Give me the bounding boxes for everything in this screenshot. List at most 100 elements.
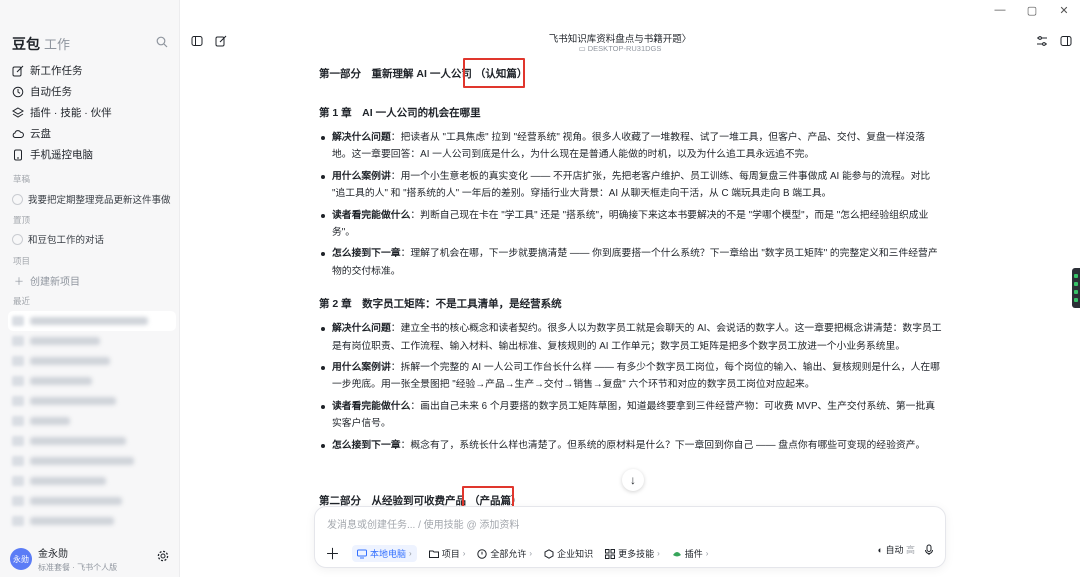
chat-icon [12, 193, 23, 205]
sidebar: 豆包 工作 新工作任务 自动任务 插件 · 技能 · 伙伴 云盘 手机遥控电脑 草… [0, 0, 180, 577]
nav-phone-remote[interactable]: 手机遥控电脑 [8, 144, 172, 165]
device-name: DESKTOP-RU31DGS [587, 44, 662, 53]
page-title[interactable]: 飞书知识库资料盘点与书籍开题〉 [480, 31, 760, 45]
recent-item[interactable] [8, 491, 176, 511]
recent-item[interactable] [8, 331, 176, 351]
bullet-label: 解决什么问题 [332, 323, 391, 335]
bullet-item: 用什么案例讲：拆解一个完整的 AI 一人公司工作台长什么样 —— 有多少个数字员… [319, 359, 944, 394]
clock-icon [12, 86, 24, 97]
device-label: ▭ DESKTOP-RU31DGS [480, 44, 760, 53]
recent-item[interactable] [8, 471, 176, 491]
nav-label: 自动任务 [30, 86, 72, 98]
tool-enterprise-knowledge[interactable]: 企业知识 [544, 547, 593, 560]
chevron-icon: › [409, 549, 412, 558]
bullet-label: 用什么案例讲 [332, 170, 391, 182]
bullet-item: 用什么案例讲：用一个小生意老板的真实变化 —— 不开店扩张，先把老客户维护、员工… [319, 168, 944, 203]
minimize-button[interactable]: — [994, 4, 1006, 17]
section-pinned: 置顶 [13, 215, 31, 225]
new-chat-icon[interactable] [215, 35, 227, 47]
monitor-icon: ▭ [578, 44, 588, 53]
chat-icon [12, 233, 23, 245]
tool-label: 本地电脑 [370, 549, 407, 559]
sidebar-toggle-icon[interactable] [191, 35, 203, 47]
bullet-text: ：概念有了，系统长什么样也清楚了。但系统的原材料是什么？下一章回到你自己 —— … [400, 439, 926, 451]
panel-toggle-icon[interactable] [1060, 35, 1072, 47]
bullet-item: 解决什么问题：建立全书的核心概念和读者契约。很多人以为数字员工就是会聊天的 AI… [319, 320, 944, 355]
user-plan: 标准套餐 · 飞书个人版 [38, 563, 118, 572]
pinned-item[interactable]: 和豆包工作的对话 [12, 230, 174, 248]
section-recent: 最近 [13, 296, 31, 306]
section-projects: 项目 [13, 256, 31, 266]
nav-new-task[interactable]: 新工作任务 [8, 60, 172, 81]
bullet-label: 读者看完能做什么 [332, 209, 411, 221]
mode-selector[interactable]: ◐ 自动 高 [878, 543, 915, 556]
part-heading: 第一部分 重新理解 AI 一人公司 （认知篇） [319, 64, 944, 82]
tool-label: 企业知识 [557, 549, 594, 559]
recent-item[interactable] [8, 391, 176, 411]
plugin-icon [672, 551, 681, 556]
chevron-icon: › [657, 549, 660, 558]
bullet-text: ：建立全书的核心概念和读者契约。很多人以为数字员工就是会聊天的 AI、会说话的数… [332, 323, 942, 352]
nav-label: 云盘 [30, 128, 51, 140]
section-drafts: 草稿 [13, 174, 31, 184]
recent-item[interactable] [8, 451, 176, 471]
bullet-label: 读者看完能做什么 [332, 400, 411, 412]
user-name: 金永勋 [38, 549, 68, 560]
floating-widget[interactable] [1072, 268, 1080, 308]
nav-label: 手机遥控电脑 [30, 149, 93, 161]
nav-auto-task[interactable]: 自动任务 [8, 81, 172, 102]
message-composer[interactable]: 发消息或创建任务... / 使用技能 @ 添加资料 ＋ 本地电脑 › 项目 › 全部… [314, 506, 946, 568]
chapter-bullets: 解决什么问题：建立全书的核心概念和读者契约。很多人以为数字员工就是会聊天的 AI… [319, 320, 944, 454]
tool-local-computer[interactable]: 本地电脑 › [352, 545, 417, 562]
add-icon[interactable]: ＋ [325, 543, 340, 564]
recent-list [8, 311, 176, 531]
search-icon[interactable] [156, 36, 168, 48]
bullet-text: ：把读者从 "工具焦虑" 拉到 "经营系统" 视角。很多人收藏了一堆教程、试了一… [332, 132, 926, 161]
highlight-box [463, 58, 525, 88]
chapter-bullets: 解决什么问题：把读者从 "工具焦虑" 拉到 "经营系统" 视角。很多人收藏了一堆… [319, 129, 944, 280]
bullet-item: 怎么接到下一章：概念有了，系统长什么样也清楚了。但系统的原材料是什么？下一章回到… [319, 437, 944, 454]
bullet-label: 解决什么问题 [332, 132, 391, 143]
chapter-heading: 第 1 章 AI 一人公司的机会在哪里 [319, 106, 481, 119]
tool-plugins[interactable]: 插件 › [672, 547, 708, 560]
recent-item[interactable] [8, 371, 176, 391]
topbar-left [191, 35, 227, 47]
bullet-item: 读者看完能做什么：画出自己未来 6 个月要搭的数字员工矩阵草图，知道最终要拿到三… [319, 398, 944, 433]
recent-item[interactable] [8, 351, 176, 371]
chapter-heading: 第 2 章 数字员工矩阵：不是工具清单，是经营系统 [319, 297, 562, 310]
nav-label: 插件 · 技能 · 伙伴 [30, 107, 112, 119]
cloud-icon [12, 129, 24, 138]
bullet-label: 怎么接到下一章 [332, 439, 401, 451]
grid-icon [605, 548, 616, 559]
draft-item[interactable]: 我要把定期整理竞品更新这件事做 [12, 190, 174, 208]
scroll-down-button[interactable]: ↓ [622, 469, 644, 491]
tool-permissions[interactable]: 全部允许 › [477, 547, 532, 560]
recent-item[interactable] [8, 411, 176, 431]
user-profile[interactable]: 永勋 金永勋 标准套餐 · 飞书个人版 [10, 545, 117, 573]
part-title: 第一部分 重新理解 AI 一人公司 [319, 67, 472, 80]
nav-label: 新工作任务 [30, 65, 83, 77]
maximize-button[interactable]: ▢ [1026, 4, 1038, 17]
recent-item[interactable] [8, 511, 176, 531]
bullet-text: ：用一个小生意老板的真实变化 —— 不开店扩张，先把老客户维护、员工训练、每周复… [332, 170, 931, 200]
list-settings-icon[interactable] [1036, 35, 1048, 47]
tool-more-skills[interactable]: 更多技能 › [605, 547, 660, 560]
tool-project[interactable]: 项目 › [428, 547, 465, 560]
mode-label: 自动 [885, 545, 904, 555]
nav-cloud[interactable]: 云盘 [8, 123, 172, 144]
composer-right: ◐ 自动 高 [878, 543, 935, 556]
shield-icon [477, 548, 488, 559]
microphone-icon[interactable] [923, 544, 935, 556]
close-button[interactable]: ✕ [1058, 4, 1070, 17]
nav-plugins[interactable]: 插件 · 技能 · 伙伴 [8, 102, 172, 123]
recent-item[interactable] [8, 311, 176, 331]
draft-item-label: 我要把定期整理竞品更新这件事做 [28, 195, 171, 206]
bullet-label: 用什么案例讲 [332, 362, 391, 374]
recent-item[interactable] [8, 431, 176, 451]
folder-icon [428, 550, 439, 558]
message-input[interactable]: 发消息或创建任务... / 使用技能 @ 添加资料 [327, 516, 519, 531]
chevron-icon: › [529, 549, 533, 558]
new-project-button[interactable]: ＋ 创建新项目 [14, 273, 80, 288]
tool-label: 插件 [684, 549, 703, 559]
gear-icon[interactable] [157, 550, 169, 562]
